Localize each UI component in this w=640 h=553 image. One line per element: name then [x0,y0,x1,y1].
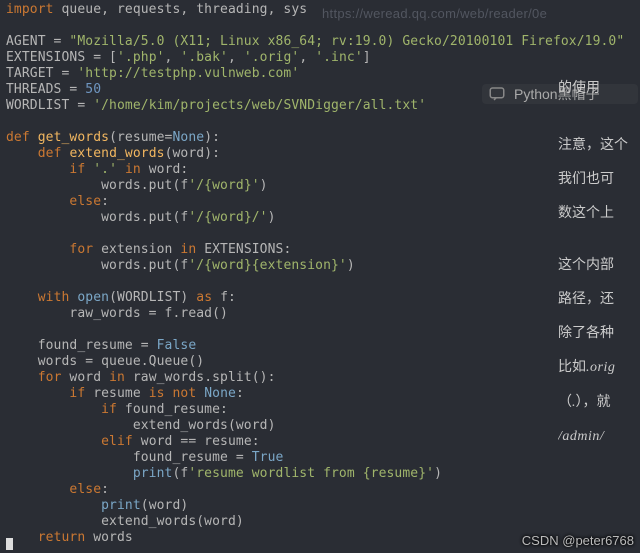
chat-icon [488,85,506,103]
kw-import: import [6,2,54,17]
overlay-url: https://weread.qq.com/web/reader/0e [322,6,547,22]
banner-text: Python黑帽子 [514,86,600,102]
reader-banner: Python黑帽子 [482,84,638,104]
code-block: import queue, requests, threading, sys A… [0,0,640,548]
watermark: CSDN @peter6768 [522,533,634,549]
terminal-cursor [6,538,13,550]
